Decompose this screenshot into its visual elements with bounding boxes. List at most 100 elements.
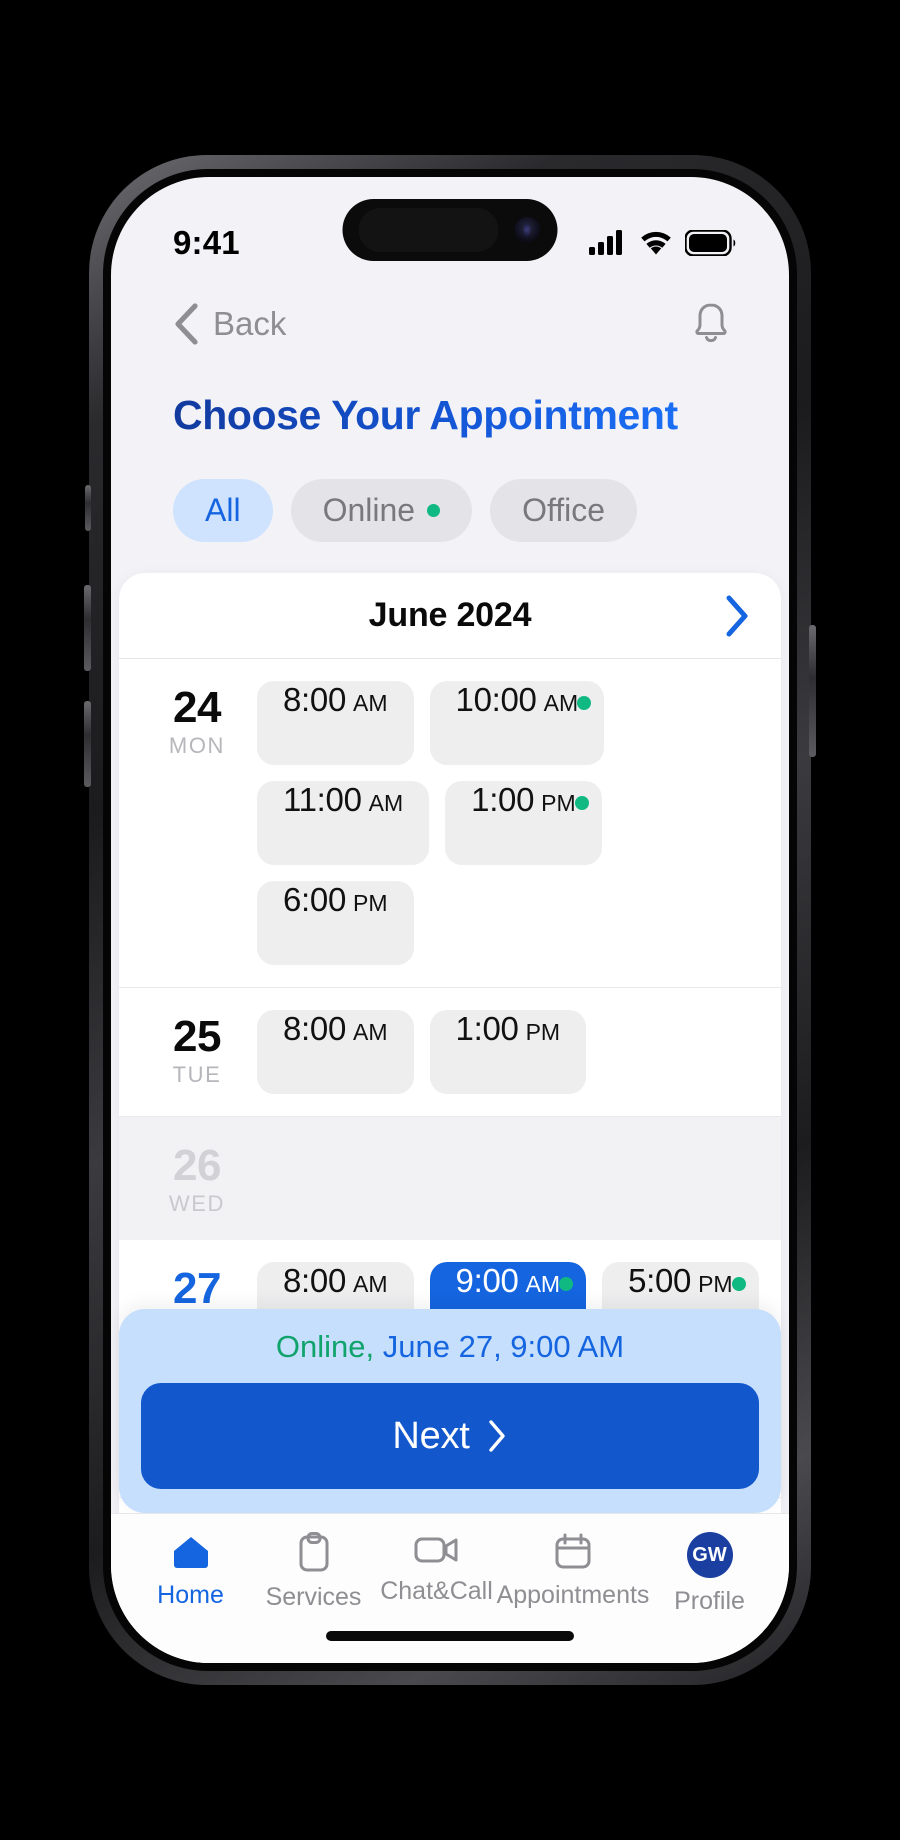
bell-icon[interactable] xyxy=(689,301,733,347)
tab-chat-call[interactable]: Chat&Call xyxy=(375,1532,498,1606)
back-label: Back xyxy=(213,305,287,342)
status-time: 9:41 xyxy=(173,224,240,261)
day-label-group: 24 MON xyxy=(143,681,251,759)
selection-datetime: June 27, 9:00 AM xyxy=(374,1329,625,1364)
page-title: Choose Your Appointment xyxy=(111,367,789,463)
online-status-dot-icon xyxy=(559,1277,574,1292)
day-number: 26 xyxy=(173,1141,221,1190)
tab-appointments-label: Appointments xyxy=(496,1581,650,1609)
time-slot-meridiem: PM xyxy=(698,1271,733,1298)
time-slot-time: 1:00 xyxy=(471,781,535,818)
time-slot-group: 8:00 AM 1:00 PM xyxy=(257,1010,759,1094)
day-weekday: TUE xyxy=(172,1062,222,1088)
online-status-dot-icon xyxy=(731,1277,746,1292)
day-label-group: 26 WED xyxy=(143,1139,251,1217)
phone-screen: 9:41 Back Choose Your Appointment All On… xyxy=(111,177,789,1663)
tab-chat-call-label: Chat&Call xyxy=(380,1577,493,1605)
calendar-day-row: 26 WED xyxy=(119,1117,781,1241)
time-slot-time: 8:00 xyxy=(283,681,347,718)
calendar-section: June 2024 24 MON 8:00 AM 10:00 AM 11:00 AM 1:00 P… xyxy=(111,557,789,1663)
home-indicator xyxy=(326,1631,574,1641)
filter-chip-office-label: Office xyxy=(522,491,606,528)
filter-chip-group: All Online Office xyxy=(111,463,789,557)
filter-chip-office[interactable]: Office xyxy=(490,478,638,542)
phone-device-frame: 9:41 Back Choose Your Appointment All On… xyxy=(84,155,816,1685)
home-icon xyxy=(173,1537,208,1568)
time-slot-button[interactable]: 8:00AM xyxy=(257,681,414,765)
battery-icon xyxy=(685,230,736,256)
next-button-label: Next xyxy=(392,1414,470,1457)
time-slot-meridiem: AM xyxy=(525,1271,561,1298)
time-slot-time: 5:00 xyxy=(628,1262,692,1300)
time-slot-meridiem: PM xyxy=(525,1019,561,1045)
screenshot-stage: 9:41 Back Choose Your Appointment All On… xyxy=(0,0,900,1840)
time-slot-button[interactable]: 10:00 AM xyxy=(429,681,605,765)
time-slot-meridiem: AM xyxy=(353,1271,388,1298)
time-slot-meridiem: PM xyxy=(541,790,576,816)
time-slot-meridiem: AM xyxy=(353,690,388,716)
front-camera-icon xyxy=(514,217,541,243)
tab-services[interactable]: Services xyxy=(252,1532,375,1612)
top-navigation: Back xyxy=(111,281,789,367)
day-label-group: 25 TUE xyxy=(143,1010,251,1088)
back-button[interactable]: Back xyxy=(173,303,286,345)
wifi-icon xyxy=(641,231,671,255)
time-slot-button[interactable]: 6:00 PM xyxy=(257,881,414,965)
selection-cta-panel: Online, June 27, 9:00 AM Next xyxy=(119,1309,781,1513)
phone-bezel: 9:41 Back Choose Your Appointment All On… xyxy=(103,169,797,1671)
time-slot-button[interactable]: 8:00AM xyxy=(257,1010,414,1094)
tab-profile-label: Profile xyxy=(674,1587,745,1615)
filter-chip-all[interactable]: All xyxy=(173,478,273,542)
calendar-month-header: June 2024 xyxy=(119,573,781,659)
power-button[interactable] xyxy=(809,625,816,757)
time-slot-time: 11:00 xyxy=(283,781,362,818)
calendar-day-row[interactable]: 25 TUE 8:00 AM 1:00 PM xyxy=(119,988,781,1117)
volume-up-button[interactable] xyxy=(84,585,91,671)
calendar-day-row[interactable]: 24 MON 8:00 AM 10:00 AM 11:00 AM 1:00 PM 6:00 PM xyxy=(119,659,781,988)
tab-home[interactable]: Home xyxy=(129,1532,252,1610)
clipboard-icon xyxy=(299,1532,328,1572)
tab-profile[interactable]: GW Profile xyxy=(648,1532,771,1616)
day-weekday: WED xyxy=(168,1191,226,1217)
avatar-initials: GW xyxy=(692,1543,727,1566)
next-button[interactable]: Next xyxy=(141,1383,759,1489)
time-slot-time: 8:00 xyxy=(283,1010,347,1047)
time-slot-group: 8:00 AM 10:00 AM 11:00 AM 1:00 PM 6:00 PM xyxy=(257,681,759,965)
tab-services-label: Services xyxy=(265,1583,362,1611)
time-slot-button[interactable]: 11:00 AM xyxy=(257,781,430,865)
time-slot-meridiem: AM xyxy=(368,790,404,816)
day-number: 27 xyxy=(173,1264,221,1314)
status-bar: 9:41 xyxy=(111,177,789,281)
time-slot-meridiem: PM xyxy=(353,890,388,916)
day-number: 25 xyxy=(173,1012,221,1061)
time-slot-time: 1:00 xyxy=(455,1010,519,1047)
filter-chip-online-label: Online xyxy=(322,491,416,528)
selection-mode: Online, xyxy=(275,1329,375,1364)
time-slot-time: 6:00 xyxy=(283,881,347,918)
calendar-icon xyxy=(555,1533,591,1569)
avatar: GW xyxy=(686,1532,733,1578)
volume-down-button[interactable] xyxy=(84,701,91,787)
day-number: 24 xyxy=(173,683,221,732)
video-camera-icon xyxy=(414,1537,457,1563)
cellular-signal-icon xyxy=(589,230,622,255)
online-status-dot-icon xyxy=(427,503,441,517)
time-slot-time: 10:00 xyxy=(455,681,537,718)
status-indicators xyxy=(589,230,737,256)
filter-chip-online[interactable]: Online xyxy=(290,478,473,542)
time-slot-meridiem: AM xyxy=(353,1019,388,1045)
time-slot-time: 8:00 xyxy=(283,1262,347,1300)
chevron-right-icon xyxy=(488,1420,505,1452)
next-month-button[interactable] xyxy=(721,594,751,638)
day-weekday: MON xyxy=(168,733,226,759)
time-slot-meridiem: AM xyxy=(543,690,579,716)
time-slot-time: 9:00 xyxy=(455,1262,519,1300)
time-slot-button[interactable]: 1:00 PM xyxy=(429,1010,587,1094)
selection-summary: Online, June 27, 9:00 AM xyxy=(141,1329,759,1365)
silent-switch[interactable] xyxy=(85,485,91,531)
page-title-text: Choose Your Appointment xyxy=(173,391,678,438)
dynamic-island xyxy=(342,199,558,261)
time-slot-button[interactable]: 1:00 PM xyxy=(445,781,602,865)
tab-appointments[interactable]: Appointments xyxy=(496,1532,650,1610)
filter-chip-all-label: All xyxy=(205,491,241,528)
